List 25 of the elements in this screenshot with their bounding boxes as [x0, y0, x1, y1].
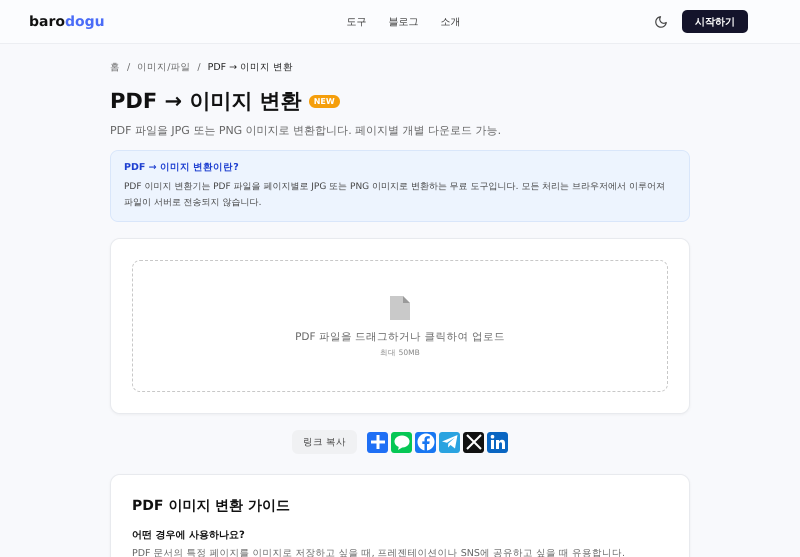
breadcrumb-link[interactable]: 홈 [110, 61, 120, 74]
breadcrumb-current: PDF → 이미지 변환 [208, 61, 294, 74]
breadcrumb-separator: / [127, 62, 130, 73]
upload-prompt: PDF 파일을 드래그하거나 클릭하여 업로드 [295, 330, 505, 344]
nav-link[interactable]: 소개 [440, 14, 460, 28]
add-icon[interactable] [367, 432, 388, 452]
new-badge: NEW [308, 94, 340, 108]
page-title: PDF → 이미지 변환 [110, 88, 302, 115]
nav-link[interactable]: 도구 [346, 14, 366, 28]
facebook-icon[interactable] [415, 432, 436, 452]
info-heading: PDF → 이미지 변환이란? [124, 161, 240, 174]
copy-link-button[interactable]: 링크 복사 [292, 430, 358, 454]
breadcrumb-separator: / [197, 62, 201, 73]
breadcrumb-link[interactable]: 이미지/파일 [137, 61, 190, 74]
start-button[interactable]: 시작하기 [682, 10, 748, 33]
x-icon[interactable] [463, 432, 484, 452]
linkedin-icon[interactable] [487, 432, 508, 452]
moon-icon[interactable] [654, 14, 668, 28]
logo[interactable]: barodogu [29, 14, 149, 30]
guide-title: PDF 이미지 변환 가이드 [132, 497, 292, 515]
nav-link[interactable]: 블로그 [388, 14, 418, 28]
info-text: PDF 이미지 변환기는 PDF 파일을 페이지별로 JPG 또는 PNG 이미지로 변환하는 무료 도구입니다. 모든 처리는 브라우저에서 이루어져 파일이 서버로 전송되지 않습니다. [124, 181, 666, 210]
page-subtitle: PDF 파일을 JPG 또는 PNG 이미지로 변환합니다. 페이지별 개별 다운로드 가능. [110, 123, 502, 138]
file-icon [389, 294, 411, 320]
guide-question: 어떤 경우에 사용하나요? [132, 529, 246, 542]
